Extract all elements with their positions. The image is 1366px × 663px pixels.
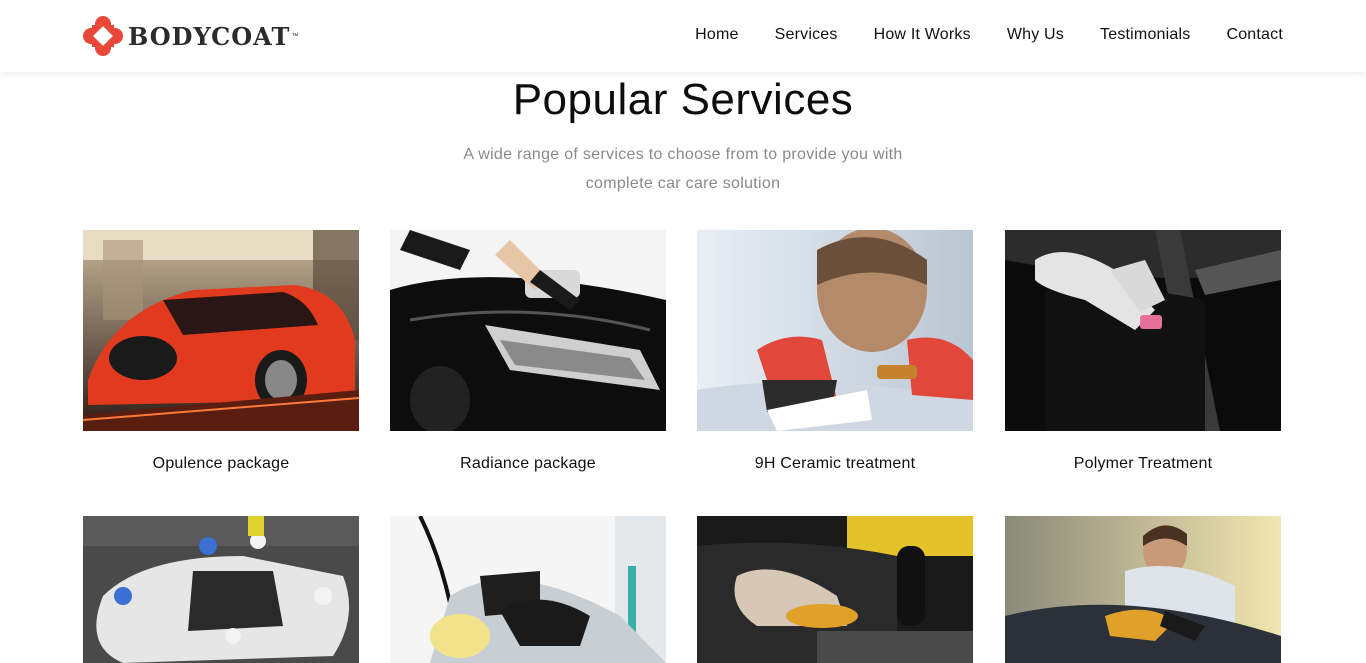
service-card-5[interactable] [83,516,359,663]
brand-logo[interactable]: BODYCOAT ™ [82,15,298,57]
car-polishing-photo-icon [390,230,666,431]
service-label: Polymer Treatment [1073,455,1213,472]
service-card-8[interactable] [1005,516,1281,663]
nav-home[interactable]: Home [695,25,738,45]
service-card-opulence[interactable]: Opulence package [83,230,359,473]
red-sports-car-photo-icon [83,230,359,431]
section-title: Popular Services [512,75,854,124]
ceramic-coating-photo-icon [697,230,973,431]
service-label: 9H Ceramic treatment [754,455,916,472]
service-card-7[interactable] [697,516,973,663]
service-card-ceramic[interactable]: 9H Ceramic treatment [697,230,973,473]
nav-contact[interactable]: Contact [1226,25,1283,45]
man-waxing-car-photo-icon [1005,516,1281,663]
service-card-6[interactable] [390,516,666,663]
service-card-polymer[interactable]: Polymer Treatment [1005,230,1281,473]
interior-gearshift-cleaning-photo-icon [697,516,973,663]
service-card-radiance[interactable]: Radiance package [390,230,666,473]
nav-why-us[interactable]: Why Us [1007,25,1064,45]
nav-how-it-works[interactable]: How It Works [874,25,971,45]
section-subtitle: A wide range of services to choose from … [463,146,903,192]
nav-testimonials[interactable]: Testimonials [1100,25,1190,45]
trademark-mark: ™ [291,32,299,40]
brand-name: BODYCOAT [128,21,291,51]
service-label: Opulence package [152,455,290,472]
bodycoat-logo-icon [83,16,123,56]
service-label: Radiance package [460,455,596,472]
polymer-glove-photo-icon [1005,230,1281,431]
team-washing-convertible-photo-icon [83,516,359,663]
main-nav: Home Services How It Works Why Us Testim… [659,25,1283,45]
mirror-detailing-photo-icon [390,516,666,663]
site-header: BODYCOAT ™ Home Services How It Works Why… [0,0,1366,72]
nav-services[interactable]: Services [775,25,838,45]
